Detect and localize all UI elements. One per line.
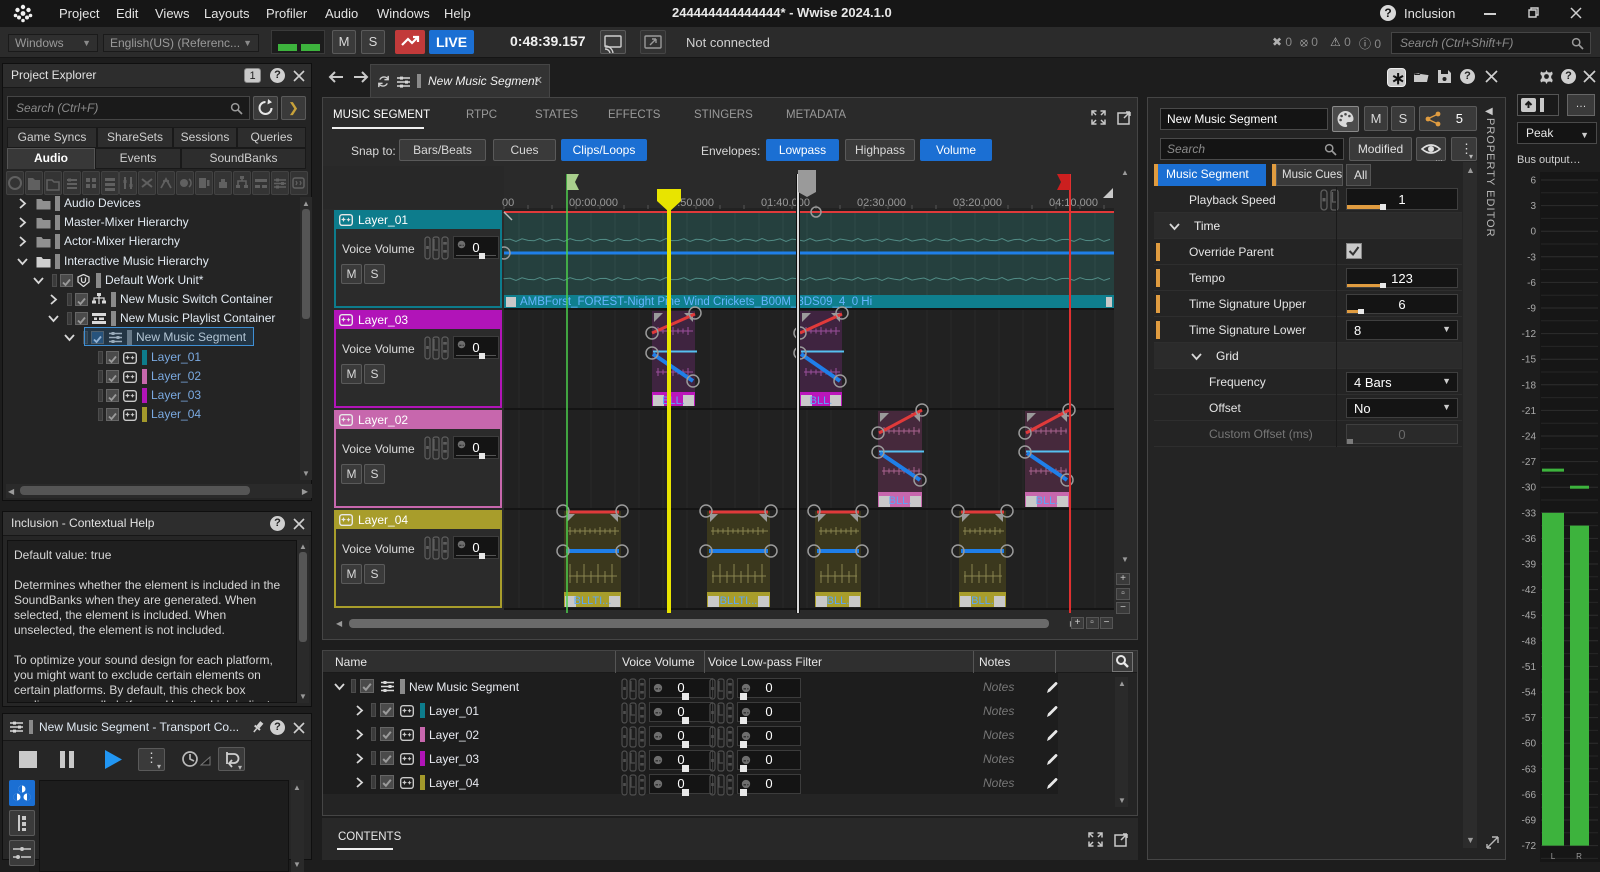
svg-text:-24: -24 — [1522, 432, 1537, 443]
svg-text:3: 3 — [1530, 201, 1536, 212]
svg-text:-3: -3 — [1527, 252, 1536, 263]
svg-text:-6: -6 — [1527, 278, 1536, 289]
svg-text:BLL.: BLL. — [971, 595, 994, 607]
svg-text:BLLTI...: BLLTI... — [720, 595, 758, 607]
svg-text:BLL.: BLL. — [889, 495, 912, 507]
svg-text:-36: -36 — [1522, 534, 1537, 545]
svg-text:BLL.: BLL. — [1036, 495, 1059, 507]
svg-text:-54: -54 — [1522, 688, 1537, 699]
svg-text:-63: -63 — [1522, 764, 1537, 775]
svg-text:-18: -18 — [1522, 380, 1537, 391]
svg-text:-12: -12 — [1522, 329, 1537, 340]
svg-text:-51: -51 — [1522, 662, 1537, 673]
svg-text:-69: -69 — [1522, 816, 1537, 827]
svg-text:0: 0 — [1530, 227, 1536, 238]
svg-text:-48: -48 — [1522, 636, 1537, 647]
svg-text:-39: -39 — [1522, 560, 1537, 571]
svg-text:BLL.: BLL. — [827, 595, 850, 607]
svg-text:BLL.: BLL. — [810, 395, 833, 407]
svg-text:-42: -42 — [1522, 585, 1537, 596]
svg-text:-72: -72 — [1522, 841, 1537, 852]
svg-text:-45: -45 — [1522, 611, 1537, 622]
svg-text:BLL.: BLL. — [662, 395, 685, 407]
svg-text:-27: -27 — [1522, 457, 1537, 468]
svg-text:-66: -66 — [1522, 790, 1537, 801]
svg-text:-33: -33 — [1522, 508, 1537, 519]
svg-text:AMBForst_FOREST-Night Pine Win: AMBForst_FOREST-Night Pine Wind Crickets… — [520, 296, 872, 308]
svg-text:-57: -57 — [1522, 713, 1537, 724]
svg-text:-21: -21 — [1522, 406, 1537, 417]
svg-text:-9: -9 — [1527, 304, 1536, 315]
svg-text:-30: -30 — [1522, 483, 1537, 494]
svg-text:-15: -15 — [1522, 355, 1537, 366]
svg-text:-60: -60 — [1522, 739, 1537, 750]
svg-text:BLLTI...: BLLTI... — [574, 595, 612, 607]
svg-text:6: 6 — [1530, 176, 1536, 187]
